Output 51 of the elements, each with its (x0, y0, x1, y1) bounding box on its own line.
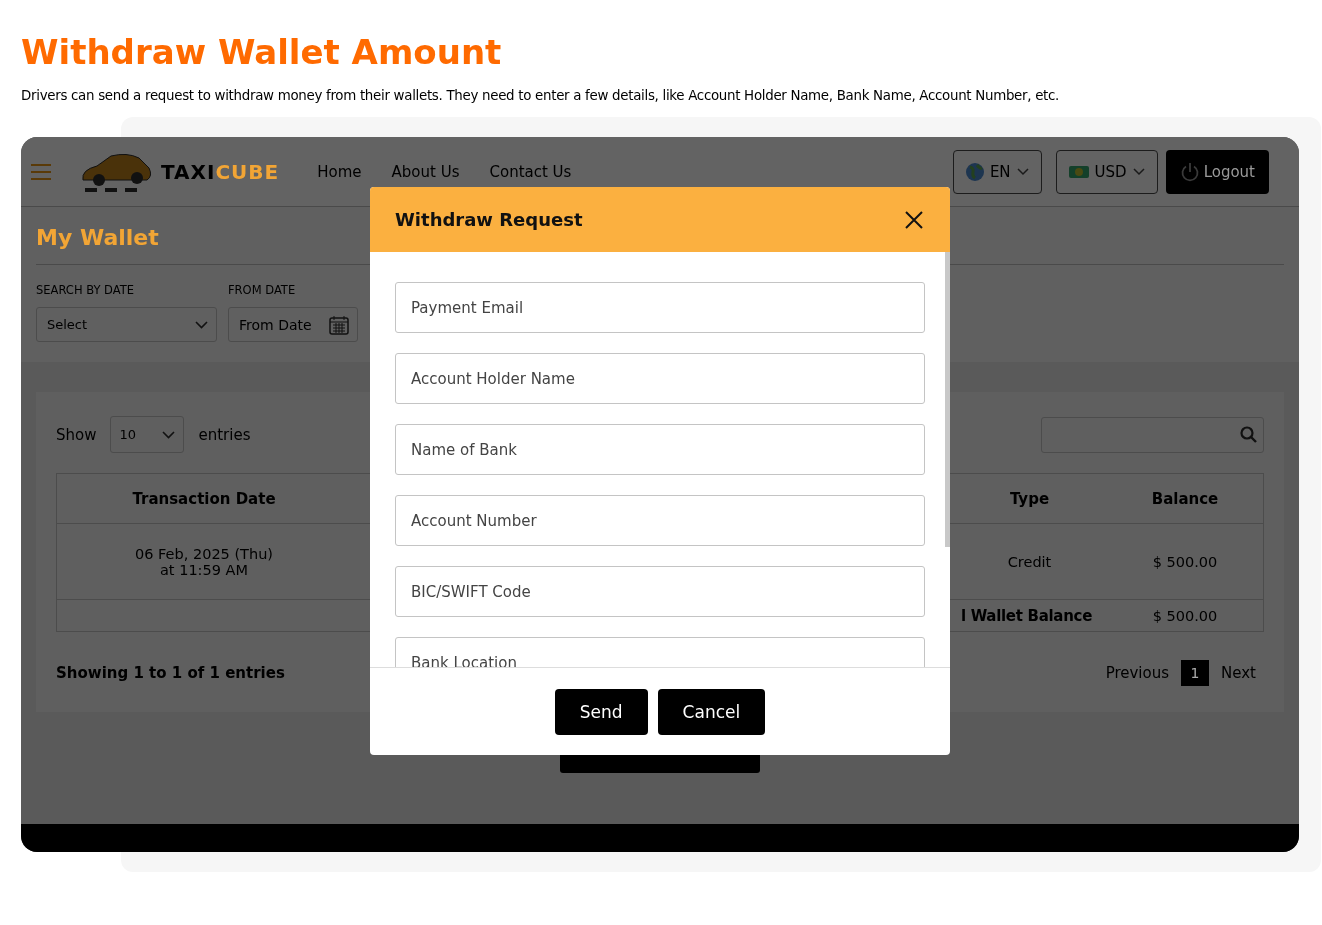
search-field[interactable] (1041, 416, 1264, 453)
close-icon (903, 208, 925, 231)
power-icon (1179, 161, 1200, 182)
date-range-select[interactable]: Select (36, 307, 217, 342)
search-icon (1240, 426, 1257, 443)
previous-link[interactable]: Previous (1105, 664, 1170, 682)
chevron-icon (1016, 167, 1029, 176)
page-description: Drivers can send a request to withdraw money from their wallets. They need to enter a few details, like Account Holder Name, Bank Name, Account Number, etc. (21, 88, 1061, 103)
chevron-icon (162, 430, 176, 439)
show-label: Show (56, 425, 97, 444)
page-link[interactable]: 1 (1181, 660, 1210, 686)
table-cell: 06 Feb, 2025 (Thu) at 11:59 AM (57, 524, 351, 600)
logo-text: TAXI (161, 159, 216, 184)
currency-select[interactable]: USD (1055, 149, 1158, 194)
cancel-button[interactable]: Cancel (657, 688, 766, 735)
input-field[interactable]: Name of Bank (395, 424, 925, 475)
input-field[interactable]: Bank Location (395, 637, 925, 667)
filter-label: SEARCH BY DATE (36, 283, 136, 297)
chevron-icon (1132, 167, 1145, 176)
table-cell: $ 500.00 (1106, 524, 1264, 600)
entries-select[interactable]: 10 (110, 416, 185, 453)
next-link[interactable]: Next (1221, 664, 1256, 682)
column-header: Transaction Date (57, 474, 351, 524)
nav-link[interactable]: Contact Us (489, 162, 572, 181)
column-header: Type (953, 474, 1106, 524)
banknote-icon (1068, 165, 1089, 178)
close-button[interactable] (903, 208, 925, 231)
logout-button[interactable]: Logout (1165, 149, 1269, 194)
language-select[interactable]: EN (952, 149, 1042, 194)
input-field[interactable]: BIC/SWIFT Code (395, 566, 925, 617)
input-field[interactable]: Account Holder Name (395, 353, 925, 404)
total-value: $ 500.00 (1151, 606, 1219, 626)
send-button[interactable]: Send (554, 688, 648, 735)
globe-icon (965, 162, 984, 181)
input-field[interactable]: Account Number (395, 495, 925, 546)
scrollbar[interactable] (945, 252, 950, 547)
page-title: Withdraw Wallet Amount (21, 31, 503, 74)
filter-label: FROM DATE (228, 283, 297, 297)
table-cell: Credit (953, 524, 1106, 600)
nav-link[interactable]: About Us (391, 162, 460, 181)
input-field[interactable]: Payment Email (395, 282, 925, 333)
total-label: l Wallet Balance (959, 605, 1093, 627)
calendar-icon (329, 314, 349, 335)
entries-label: entries (198, 425, 251, 444)
logo-text-accent: CUBE (215, 159, 280, 184)
date-field[interactable]: From Date (228, 307, 358, 342)
chevron-icon (195, 320, 208, 329)
entries-summary: Showing 1 to 1 of 1 entries (56, 664, 285, 682)
nav-link[interactable]: Home (317, 162, 362, 181)
column-header: Balance (1106, 474, 1264, 524)
menu-icon[interactable] (31, 163, 51, 180)
